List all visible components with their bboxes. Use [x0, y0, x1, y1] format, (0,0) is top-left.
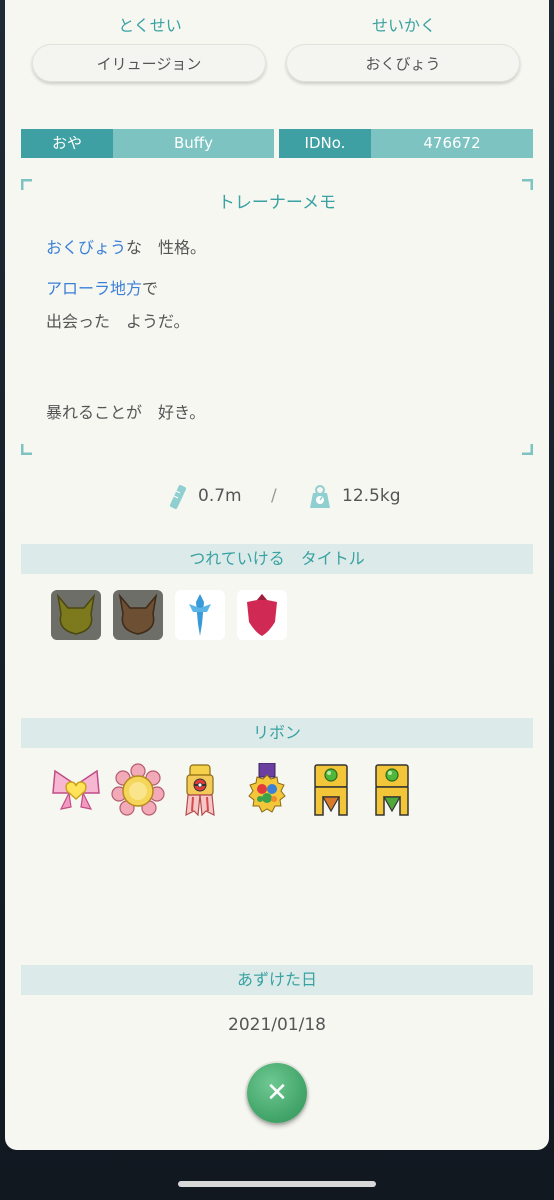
- deposit-date-value: 2021/01/18: [228, 1015, 326, 1035]
- green-orb-champion-ribbon-2[interactable]: [365, 763, 419, 817]
- nature-button[interactable]: おくびょう: [286, 44, 520, 82]
- id-label: IDNo.: [279, 129, 371, 158]
- memo-region-text: で: [142, 279, 159, 298]
- titles-section-header: つれていける タイトル: [21, 544, 533, 574]
- ruler-icon: [169, 485, 187, 509]
- corner-bracket-bottom-right: [522, 444, 533, 455]
- corner-bracket-bottom-left: [21, 444, 32, 455]
- purple-gem-medal-ribbon[interactable]: [240, 763, 294, 817]
- memo-met-line: 出会った ようだ。: [46, 312, 190, 331]
- ot-label: おや: [21, 129, 113, 158]
- sword-emblem-icon[interactable]: [175, 590, 225, 640]
- ability-button[interactable]: イリュージョン: [32, 44, 266, 82]
- heart-bow-ribbon[interactable]: [49, 763, 103, 817]
- memo-nature-text: な 性格。: [126, 238, 207, 257]
- close-button[interactable]: ✕: [247, 1063, 307, 1123]
- height-value: 0.7m: [198, 486, 242, 506]
- memo-characteristic-line: 暴れることが 好き。: [46, 403, 206, 422]
- green-orb-champion-ribbon[interactable]: [304, 763, 358, 817]
- id-value: 476672: [371, 129, 533, 158]
- ability-heading: とくせい: [118, 16, 182, 35]
- home-indicator[interactable]: [178, 1181, 376, 1187]
- memo-nature-highlight: おくびょう: [46, 238, 127, 257]
- nature-heading: せいかく: [371, 16, 436, 35]
- flower-rosette-ribbon[interactable]: [111, 763, 165, 817]
- weight-value: 12.5kg: [342, 486, 401, 506]
- size-stats: 0.7m / 12.5kg: [5, 483, 549, 511]
- shield-emblem-icon[interactable]: [237, 590, 287, 640]
- memo-nature-line: おくびょうな 性格。: [46, 234, 206, 258]
- deposit-date-section-header: あずけた日: [21, 965, 533, 995]
- memo-region-highlight: アローラ地方: [46, 279, 143, 298]
- memo-title: トレーナーメモ: [217, 193, 337, 213]
- ot-value: Buffy: [113, 129, 274, 158]
- ribbons-section-header: リボン: [21, 718, 533, 748]
- scale-icon: [310, 485, 330, 508]
- eevee-silhouette-olive-icon[interactable]: [51, 590, 101, 640]
- memo-region-line: アローラ地方で: [46, 275, 158, 299]
- pokeball-medal-ribbon[interactable]: [173, 763, 227, 817]
- summary-panel: とくせい せいかく イリュージョン おくびょう おや Buffy IDNo. 4…: [5, 0, 549, 1150]
- stats-separator: /: [271, 486, 277, 506]
- eevee-silhouette-brown-icon[interactable]: [113, 590, 163, 640]
